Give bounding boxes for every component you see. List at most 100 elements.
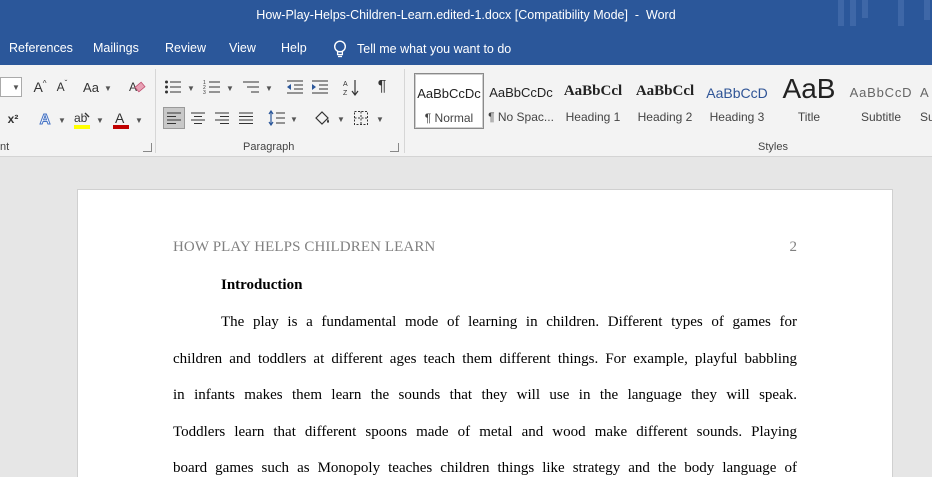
chevron-down-icon[interactable]: ▼	[337, 115, 345, 124]
paragraph-dialog-launcher-icon[interactable]	[390, 143, 399, 152]
style-name: Heading 3	[709, 110, 765, 124]
style-sample: AaBbCcDc	[489, 85, 553, 100]
style-sample: AaB	[782, 73, 836, 104]
style-name: Heading 2	[637, 110, 693, 124]
sort-button[interactable]: A Z	[342, 77, 362, 97]
paragraph-line: in infants makes them learn the sounds t…	[173, 387, 797, 403]
font-dialog-launcher-icon[interactable]	[143, 143, 152, 152]
font-color-icon: A	[113, 110, 129, 129]
title-bar: How-Play-Helps-Children-Learn.edited-1.d…	[0, 0, 932, 32]
group-separator	[155, 69, 156, 153]
ribbon-tabs: References Mailings Review View Help Tel…	[0, 32, 932, 65]
svg-text:A: A	[115, 110, 125, 126]
superscript-button[interactable]: x²	[4, 109, 22, 129]
style-name: Subtitle	[860, 110, 902, 124]
show-formatting-marks-button[interactable]: ¶	[372, 77, 392, 97]
align-left-button[interactable]	[163, 107, 185, 129]
titlebar-decoration	[924, 0, 930, 20]
style-normal[interactable]: AaBbCcDc ¶ Normal	[414, 73, 484, 129]
tell-me-label: Tell me what you want to do	[357, 42, 512, 56]
decrease-indent-button[interactable]	[285, 77, 305, 97]
justify-icon	[239, 112, 253, 124]
style-sample: AaBbCcDc	[417, 86, 481, 101]
multilevel-list-icon	[243, 81, 259, 93]
chevron-down-icon[interactable]: ▼	[58, 116, 66, 125]
style-sample: AaBbCcl	[635, 83, 695, 99]
chevron-down-icon[interactable]: ▼	[104, 84, 112, 93]
sort-icon: A Z	[343, 80, 359, 96]
style-heading-3[interactable]: AaBbCcD Heading 3	[702, 73, 772, 129]
tab-view[interactable]: View	[229, 41, 256, 55]
bullets-icon	[165, 80, 181, 94]
titlebar-decoration	[862, 0, 868, 18]
chevron-down-icon[interactable]: ▼	[376, 115, 384, 124]
style-name: ¶ No Spac...	[488, 110, 554, 124]
decrease-indent-icon	[287, 80, 303, 94]
text-effects-button[interactable]: A	[35, 109, 55, 129]
tab-help[interactable]: Help	[281, 41, 307, 55]
ribbon: ▼ A ^ Aˇ Aa ▼ A x² A ▼ ab ▼ A ▼ nt ▼ 1 2…	[0, 65, 932, 157]
lightbulb-icon	[333, 40, 347, 58]
titlebar-decoration	[850, 0, 856, 26]
style-subtitle[interactable]: AaBbCcD Subtitle	[846, 73, 916, 129]
bullets-button[interactable]	[163, 77, 183, 97]
change-case-button[interactable]: Aa	[80, 77, 102, 97]
paragraph-line: board games such as Monopoly teaches chi…	[173, 460, 797, 476]
pilcrow-icon: ¶	[377, 78, 387, 95]
chevron-down-icon[interactable]: ▼	[96, 116, 104, 125]
style-heading-1[interactable]: AaBbCcl Heading 1	[558, 73, 628, 129]
titlebar-decoration	[898, 0, 904, 26]
align-left-icon	[167, 112, 181, 124]
style-name: Su	[920, 110, 932, 124]
page-number: 2	[789, 239, 798, 255]
numbering-button[interactable]: 1 2 3	[202, 77, 222, 97]
increase-indent-button[interactable]	[310, 77, 330, 97]
styles-group-label: Styles	[758, 141, 788, 153]
style-sample: A	[920, 85, 929, 100]
clear-formatting-button[interactable]: A	[126, 76, 148, 98]
font-group-label: nt	[0, 141, 10, 153]
chevron-down-icon[interactable]: ▼	[226, 84, 234, 93]
justify-button[interactable]	[236, 108, 256, 128]
section-heading: Introduction	[221, 277, 303, 293]
align-center-button[interactable]	[188, 108, 208, 128]
chevron-down-icon[interactable]: ▼	[265, 84, 273, 93]
svg-text:Z: Z	[343, 90, 348, 96]
style-title[interactable]: AaB Title	[774, 73, 844, 129]
align-right-button[interactable]	[212, 108, 232, 128]
style-heading-2[interactable]: AaBbCcl Heading 2	[630, 73, 700, 129]
down-arrow-icon: ˇ	[64, 78, 68, 88]
titlebar-decoration	[838, 0, 844, 26]
tab-mailings[interactable]: Mailings	[93, 41, 139, 55]
up-arrow-icon: ^	[42, 78, 47, 88]
paragraph-line: The play is a fundamental mode of learni…	[221, 314, 797, 330]
style-sample: AaBbCcl	[563, 83, 623, 99]
line-spacing-icon	[268, 110, 285, 126]
style-no-spacing[interactable]: AaBbCcDc ¶ No Spac...	[486, 73, 556, 129]
multilevel-list-button[interactable]	[241, 77, 261, 97]
numbering-icon: 1 2 3	[203, 80, 220, 95]
chevron-down-icon[interactable]: ▼	[135, 116, 143, 125]
chevron-down-icon[interactable]: ▼	[290, 115, 298, 124]
align-center-icon	[191, 112, 205, 124]
increase-indent-icon	[312, 80, 328, 94]
group-separator	[404, 69, 405, 153]
line-spacing-button[interactable]	[267, 108, 287, 128]
tell-me-search[interactable]: Tell me what you want to do	[333, 39, 511, 59]
shrink-font-button[interactable]: Aˇ	[53, 77, 71, 97]
grow-font-button[interactable]: A ^	[30, 77, 50, 97]
borders-button[interactable]	[351, 108, 371, 128]
document-page[interactable]: HOW PLAY HELPS CHILDREN LEARN 2 Introduc…	[78, 190, 892, 477]
borders-icon	[354, 111, 368, 125]
shading-button[interactable]	[312, 108, 332, 128]
font-color-button[interactable]: A	[111, 109, 131, 131]
highlight-color-button[interactable]: ab	[72, 109, 92, 131]
tab-references[interactable]: References	[9, 41, 73, 55]
tab-review[interactable]: Review	[165, 41, 206, 55]
style-name: ¶ Normal	[424, 111, 474, 125]
style-subtle-emphasis[interactable]: A Su	[918, 73, 932, 129]
style-name: Heading 1	[565, 110, 621, 124]
font-size-dropdown[interactable]: ▼	[0, 77, 22, 97]
svg-text:A: A	[343, 81, 348, 88]
chevron-down-icon[interactable]: ▼	[187, 84, 195, 93]
